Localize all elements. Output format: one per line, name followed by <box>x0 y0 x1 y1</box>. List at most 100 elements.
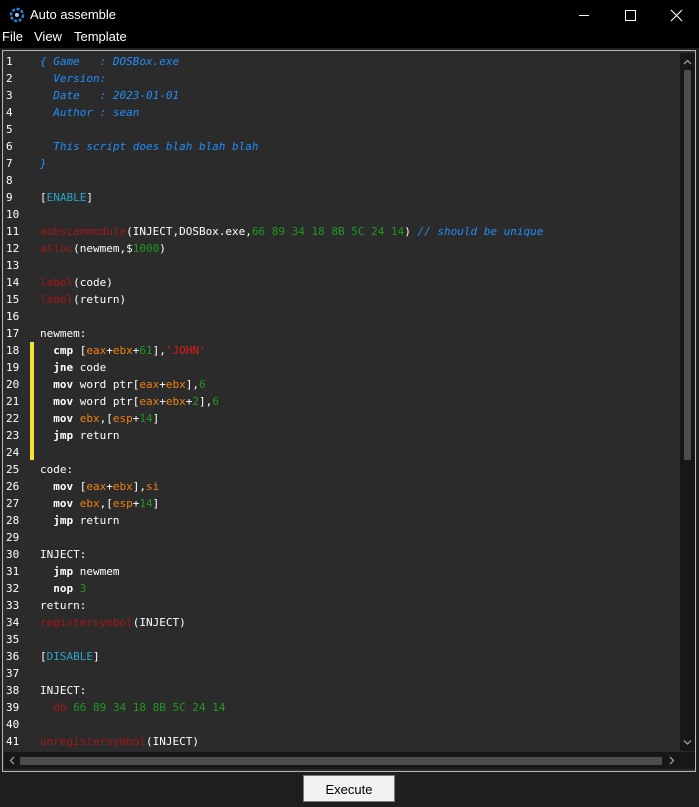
code-token: [ <box>40 191 47 204</box>
line-number: 4 <box>6 106 13 119</box>
minimize-button[interactable] <box>561 0 607 30</box>
window-title: Auto assemble <box>30 7 116 22</box>
line-number: 2 <box>6 72 13 85</box>
minimize-icon <box>579 15 589 16</box>
line-number: 36 <box>6 650 20 663</box>
code-token: (return) <box>73 293 127 306</box>
code-token: (INJECT) <box>145 735 199 748</box>
line-number: 30 <box>6 548 20 561</box>
code-token: (INJECT,DOSBox.exe, <box>126 225 252 238</box>
line-number-gutter: 1 2 3 4 5 6 7 8 9 10 11 12 13 14 15 16 17 18 19 20 21 22 23 24 2… <box>4 53 32 751</box>
line-number: 15 <box>6 293 20 306</box>
code-token: unregistersymbol <box>40 735 146 748</box>
code-token: ) <box>404 225 418 238</box>
maximize-button[interactable] <box>607 0 653 30</box>
line-number: 10 <box>6 208 20 221</box>
line-number: 22 <box>6 412 20 425</box>
code-token: esp <box>112 412 133 425</box>
menu-file[interactable]: File <box>2 30 23 44</box>
code-token: 3 <box>79 582 87 595</box>
code-line: nop 3 <box>40 580 678 597</box>
scroll-left-arrow-icon[interactable] <box>5 752 20 769</box>
code-line: [ENABLE] <box>40 189 678 206</box>
code-token: ], <box>185 378 199 391</box>
menu-view[interactable]: View <box>34 30 62 44</box>
code-token: (newmem,$ <box>73 242 133 255</box>
code-token: (code) <box>73 276 113 289</box>
code-token: [ <box>73 480 87 493</box>
code-token: ], <box>132 480 146 493</box>
scrollbar-corner <box>680 752 695 769</box>
code-area[interactable]: { Game : DOSBox.exe Version: Date : 2023… <box>40 53 678 751</box>
scroll-right-arrow-icon[interactable] <box>664 752 679 769</box>
code-line: label(return) <box>40 291 678 308</box>
code-token: ebx <box>79 412 100 425</box>
code-token: esp <box>112 497 133 510</box>
line-number: 7 <box>6 157 13 170</box>
code-token: ], <box>152 344 166 357</box>
line-number: 31 <box>6 565 20 578</box>
scroll-up-arrow-icon[interactable] <box>680 55 695 70</box>
line-number: 11 <box>6 225 20 238</box>
code-token: 'JOHN' <box>165 344 206 357</box>
code-token: mov <box>53 412 74 425</box>
maximize-icon <box>625 10 636 21</box>
horizontal-scroll-thumb[interactable] <box>20 757 662 765</box>
code-token: return <box>73 429 120 442</box>
code-line: { Game : DOSBox.exe <box>40 53 678 70</box>
close-icon <box>670 9 683 22</box>
line-number: 3 <box>6 89 13 102</box>
code-line: Version: <box>40 70 678 87</box>
code-token: + <box>159 395 166 408</box>
code-token: Date : 2023-01-01 <box>40 89 180 102</box>
code-token: label <box>40 293 74 306</box>
line-number: 34 <box>6 616 20 629</box>
scroll-down-arrow-icon[interactable] <box>680 735 695 750</box>
code-token: nop <box>53 582 74 595</box>
code-line: aobscanmodule(INJECT,DOSBox.exe,66 89 34… <box>40 223 678 240</box>
code-token: DISABLE <box>46 650 93 663</box>
code-token: si <box>146 480 160 493</box>
code-token: code <box>73 361 107 374</box>
vertical-scroll-thumb[interactable] <box>684 70 691 460</box>
line-number: 38 <box>6 684 20 697</box>
code-token: (INJECT) <box>132 616 186 629</box>
code-line: Author : sean <box>40 104 678 121</box>
code-token: [ <box>73 344 87 357</box>
line-number: 37 <box>6 667 20 680</box>
line-number: 35 <box>6 633 20 646</box>
code-token: mov <box>53 378 74 391</box>
code-line: This script does blah blah blah <box>40 138 678 155</box>
code-line: label(code) <box>40 274 678 291</box>
code-token: 66 89 34 18 8B 5C 24 14 <box>73 701 226 714</box>
code-token: return <box>73 514 120 527</box>
code-token: ebx <box>165 378 186 391</box>
code-line: mov word ptr[eax+ebx],6 <box>40 376 678 393</box>
line-number: 18 <box>6 344 20 357</box>
code-token: } <box>40 157 47 170</box>
code-token: jmp <box>53 429 74 442</box>
code-token: 1000 <box>132 242 160 255</box>
menu-template[interactable]: Template <box>74 30 127 44</box>
code-line: alloc(newmem,$1000) <box>40 240 678 257</box>
code-line: db 66 89 34 18 8B 5C 24 14 <box>40 699 678 716</box>
code-token: mov <box>53 480 74 493</box>
title-bar[interactable]: Auto assemble <box>0 0 699 30</box>
execute-button[interactable]: Execute <box>303 775 395 802</box>
close-button[interactable] <box>653 0 699 30</box>
line-number: 40 <box>6 718 20 731</box>
line-number: 16 <box>6 310 20 323</box>
line-number: 26 <box>6 480 20 493</box>
